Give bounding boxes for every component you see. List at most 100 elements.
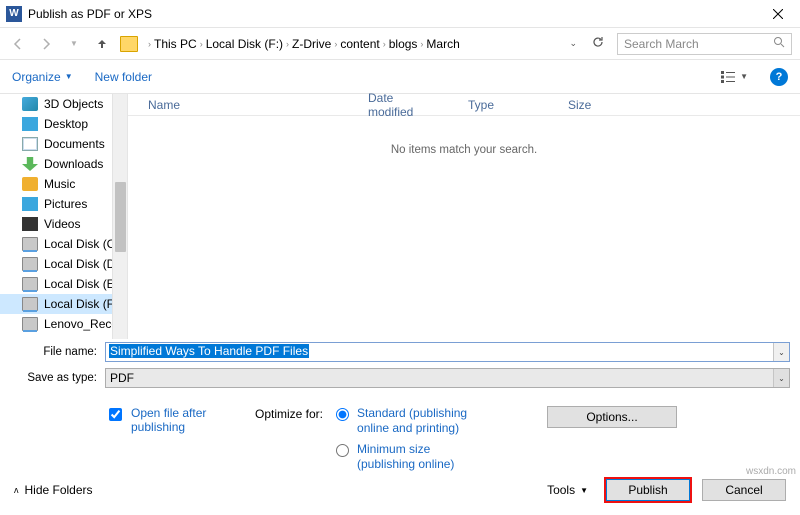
main-area: 3D Objects Desktop Documents Downloads Music… [0,94,800,339]
column-headers: Name Date modified Type Size [128,94,800,116]
saveastype-row: Save as type: PDF ⌄ [0,365,800,391]
folder-icon [120,36,138,52]
col-type[interactable]: Type [468,98,568,112]
new-folder-button[interactable]: New folder [95,70,152,84]
idisk-icon [22,317,38,331]
sidebar-item[interactable]: Pictures [0,194,127,214]
cancel-button[interactable]: Cancel [702,479,786,501]
idisk-icon [22,277,38,291]
col-size[interactable]: Size [568,98,631,112]
idisk-icon [22,297,38,311]
sidebar-item[interactable]: Videos [0,214,127,234]
sidebar-item-label: Documents [44,137,105,151]
filename-input[interactable]: Simplified Ways To Handle PDF Files [105,342,790,362]
idoc-icon [22,137,38,151]
refresh-button[interactable] [591,35,609,52]
sidebar-item-label: Music [44,177,75,191]
view-mode-button[interactable]: ▼ [720,70,748,84]
forward-button[interactable] [36,34,56,54]
sidebar-item[interactable]: Local Disk (E:) [0,274,127,294]
close-button[interactable] [755,0,800,28]
title-bar: W Publish as PDF or XPS [0,0,800,28]
list-view-icon [720,70,738,84]
sidebar-item[interactable]: 3D Objects [0,94,127,114]
back-button[interactable] [8,34,28,54]
arrow-left-icon [11,37,25,51]
sidebar-scrollbar[interactable] [112,94,127,339]
close-icon [773,9,783,19]
sidebar-item[interactable]: Downloads [0,154,127,174]
chevron-down-icon: ▼ [580,486,588,495]
scrollbar-thumb[interactable] [115,182,126,252]
breadcrumb-seg[interactable]: Local Disk (F:) [206,37,283,51]
optimize-label: Optimize for: [255,406,323,478]
optimize-minimum-radio[interactable]: Minimum size (publishing online) [331,442,487,472]
breadcrumb-seg[interactable]: This PC [154,37,197,51]
sidebar-item-label: 3D Objects [44,97,103,111]
chevron-down-icon: ▼ [65,72,73,81]
sidebar-item[interactable]: Documents [0,134,127,154]
optimize-standard-radio[interactable]: Standard (publishing online and printing… [331,406,487,436]
idown-icon [22,157,38,171]
window-title: Publish as PDF or XPS [28,7,755,21]
i3d-icon [22,97,38,111]
sidebar-item-label: Videos [44,217,80,231]
sidebar-item-label: Local Disk (E:) [44,277,122,291]
sidebar-item[interactable]: Local Disk (C:) [0,234,127,254]
sidebar-item-label: Pictures [44,197,87,211]
open-after-checkbox[interactable]: Open file after publishing [105,406,255,434]
search-input[interactable]: Search March [617,33,792,55]
col-name[interactable]: Name [148,98,368,112]
chevron-up-icon: ʌ [14,485,19,495]
sidebar-item[interactable]: Local Disk (F:) [0,294,127,314]
refresh-icon [591,35,605,49]
col-date[interactable]: Date modified [368,91,468,119]
recent-dropdown[interactable]: ▼ [64,34,84,54]
filename-row: File name: Simplified Ways To Handle PDF… [0,339,800,365]
filename-dropdown[interactable]: ⌄ [773,343,789,361]
sidebar-item[interactable]: Lenovo_Recover [0,314,127,334]
tools-menu[interactable]: Tools▼ [547,483,588,497]
sidebar-item[interactable]: Desktop [0,114,127,134]
file-list-area: Name Date modified Type Size No items ma… [128,94,800,339]
word-app-icon: W [6,6,22,22]
empty-message: No items match your search. [128,144,800,156]
imusic-icon [22,177,38,191]
options-button[interactable]: Options... [547,406,677,428]
watermark: wsxdn.com [746,466,796,477]
organize-menu[interactable]: Organize▼ [12,70,73,84]
sidebar-item-label: Local Disk (D:) [44,257,123,271]
saveas-label: Save as type: [0,372,105,384]
sidebar-item[interactable]: Local Disk (D:) [0,254,127,274]
breadcrumb-seg[interactable]: content [340,37,379,51]
publish-button[interactable]: Publish [606,479,690,501]
nav-sidebar: 3D Objects Desktop Documents Downloads Music… [0,94,128,339]
idisk-icon [22,257,38,271]
idesk-icon [22,117,38,131]
saveas-dropdown[interactable]: ⌄ [773,369,789,387]
hide-folders-button[interactable]: ʌHide Folders [14,483,93,497]
arrow-right-icon [39,37,53,51]
filename-label: File name: [0,346,105,358]
breadcrumb-seg[interactable]: March [426,37,459,51]
search-icon [773,36,785,51]
ivid-icon [22,217,38,231]
arrow-up-icon [95,37,109,51]
nav-bar: ▼ ›This PC ›Local Disk (F:) ›Z-Drive ›co… [0,28,800,60]
breadcrumb[interactable]: ›This PC ›Local Disk (F:) ›Z-Drive ›cont… [148,37,555,51]
breadcrumb-seg[interactable]: blogs [389,37,418,51]
breadcrumb-dropdown[interactable]: ⌄ [563,38,583,49]
breadcrumb-seg[interactable]: Z-Drive [292,37,331,51]
idisk-icon [22,237,38,251]
sidebar-item-label: Local Disk (C:) [44,237,123,251]
sidebar-item[interactable]: Music [0,174,127,194]
saveas-combo[interactable]: PDF [105,368,790,388]
toolbar: Organize▼ New folder ▼ ? [0,60,800,94]
sidebar-item-label: Downloads [44,157,103,171]
help-button[interactable]: ? [770,68,788,86]
sidebar-item-label: Local Disk (F:) [44,297,121,311]
sidebar-item-label: Desktop [44,117,88,131]
footer: ʌHide Folders Tools▼ Publish Cancel [0,471,800,515]
search-placeholder: Search March [624,37,699,51]
up-button[interactable] [92,34,112,54]
